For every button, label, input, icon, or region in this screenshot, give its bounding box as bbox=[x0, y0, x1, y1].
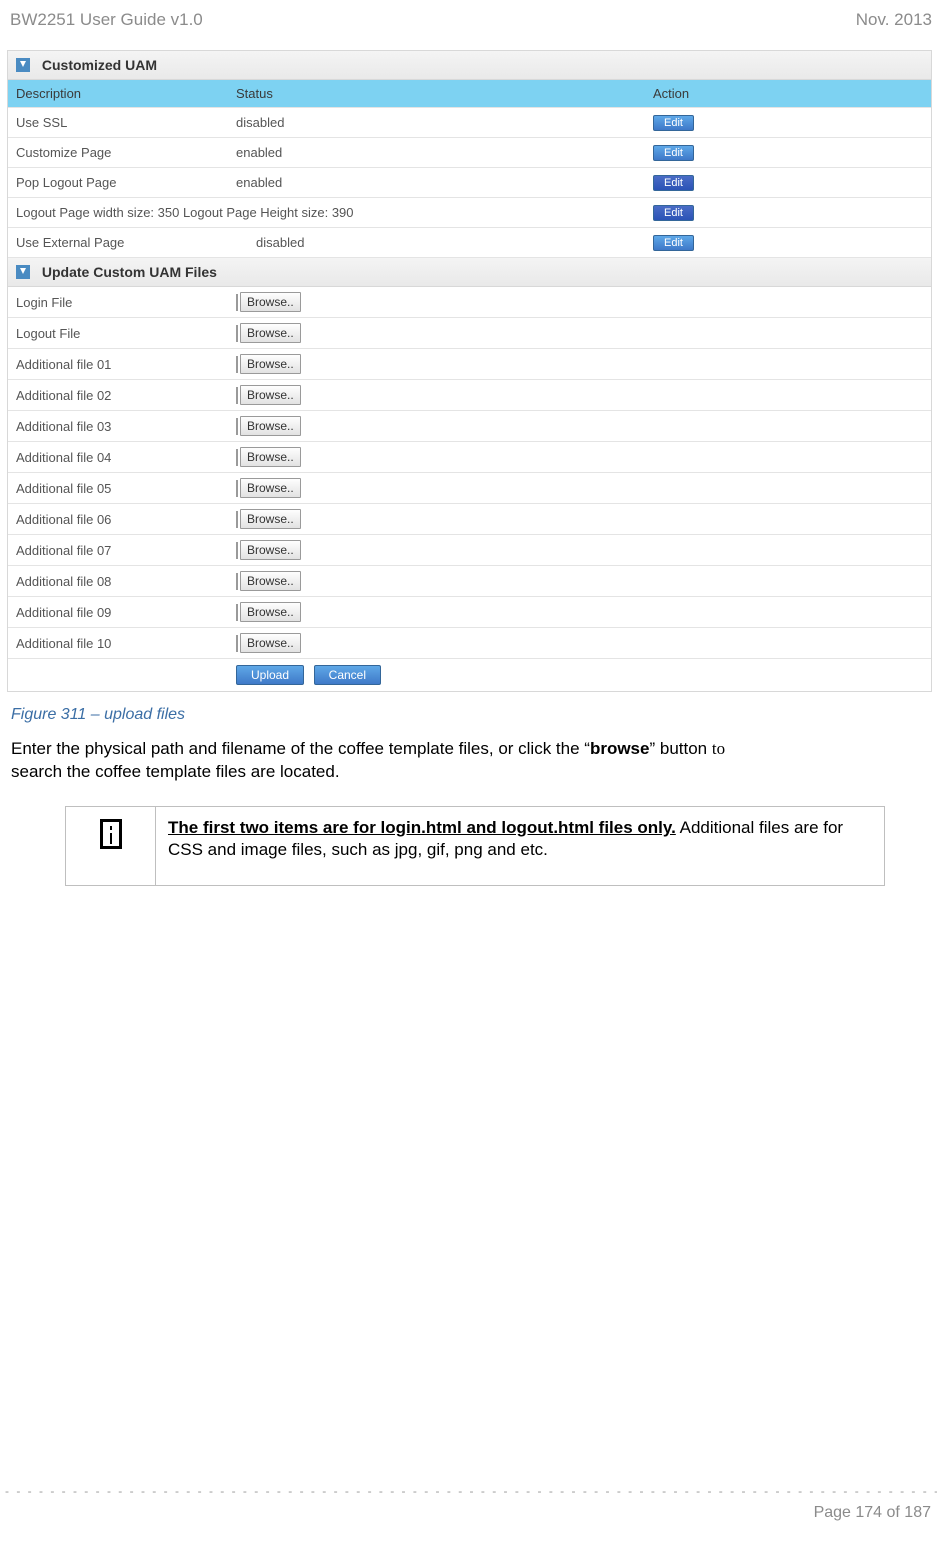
edit-button[interactable]: Edit bbox=[653, 115, 694, 131]
table-row: Customize Page enabled Edit bbox=[8, 138, 931, 168]
file-upload-row: Login File Browse.. bbox=[8, 287, 931, 318]
panel-title-text: Update Custom UAM Files bbox=[42, 264, 217, 280]
file-path-input[interactable] bbox=[236, 387, 238, 404]
figure-caption: Figure 311 – upload files bbox=[5, 692, 937, 732]
footer-divider: - - - - - - - - - - - - - - - - - - - - … bbox=[5, 1484, 937, 1498]
customized-uam-panel: Customized UAM Description Status Action… bbox=[7, 50, 932, 692]
file-label: Additional file 01 bbox=[16, 357, 236, 372]
file-upload-row: Additional file 07 Browse.. bbox=[8, 535, 931, 566]
file-upload-row: Additional file 05 Browse.. bbox=[8, 473, 931, 504]
collapse-icon[interactable] bbox=[16, 265, 30, 279]
file-path-input[interactable] bbox=[236, 604, 238, 621]
file-path-input[interactable] bbox=[236, 573, 238, 590]
browse-button[interactable]: Browse.. bbox=[240, 571, 301, 591]
col-description: Description bbox=[16, 86, 236, 101]
info-note-text: The first two items are for login.html a… bbox=[156, 806, 885, 885]
file-upload-row: Additional file 08 Browse.. bbox=[8, 566, 931, 597]
table-row: Use External Page disabled Edit bbox=[8, 228, 931, 258]
body-text-part: ” button bbox=[649, 739, 711, 758]
browse-button[interactable]: Browse.. bbox=[240, 447, 301, 467]
file-path-input[interactable] bbox=[236, 294, 238, 311]
row-desc: Use SSL bbox=[16, 115, 236, 130]
file-upload-row: Additional file 01 Browse.. bbox=[8, 349, 931, 380]
file-label: Additional file 06 bbox=[16, 512, 236, 527]
doc-date: Nov. 2013 bbox=[856, 10, 932, 30]
browse-button[interactable]: Browse.. bbox=[240, 540, 301, 560]
browse-button[interactable]: Browse.. bbox=[240, 323, 301, 343]
file-label: Additional file 02 bbox=[16, 388, 236, 403]
info-icon-cell bbox=[66, 806, 156, 885]
row-desc: Customize Page bbox=[16, 145, 236, 160]
row-status: disabled bbox=[256, 235, 653, 250]
row-desc: Pop Logout Page bbox=[16, 175, 236, 190]
row-desc: Use External Page bbox=[16, 235, 256, 250]
file-path-input[interactable] bbox=[236, 480, 238, 497]
file-upload-row: Additional file 03 Browse.. bbox=[8, 411, 931, 442]
panel-title-customized-uam: Customized UAM bbox=[8, 51, 931, 80]
browse-button[interactable]: Browse.. bbox=[240, 509, 301, 529]
browse-button[interactable]: Browse.. bbox=[240, 633, 301, 653]
browse-button[interactable]: Browse.. bbox=[240, 416, 301, 436]
file-label: Additional file 05 bbox=[16, 481, 236, 496]
collapse-icon[interactable] bbox=[16, 58, 30, 72]
file-path-input[interactable] bbox=[236, 511, 238, 528]
doc-title: BW2251 User Guide v1.0 bbox=[10, 10, 203, 30]
browse-button[interactable]: Browse.. bbox=[240, 354, 301, 374]
panel-title-update-files: Update Custom UAM Files bbox=[8, 258, 931, 287]
file-label: Additional file 09 bbox=[16, 605, 236, 620]
file-path-input[interactable] bbox=[236, 325, 238, 342]
action-bar: Upload Cancel bbox=[8, 659, 931, 691]
col-action: Action bbox=[653, 86, 923, 101]
file-label: Login File bbox=[16, 295, 236, 310]
browse-word: browse bbox=[590, 739, 650, 758]
body-text-part: Enter the physical path and filename of … bbox=[11, 739, 590, 758]
cancel-button[interactable]: Cancel bbox=[314, 665, 381, 685]
edit-button[interactable]: Edit bbox=[653, 145, 694, 161]
row-status: disabled bbox=[236, 115, 653, 130]
to-word: to bbox=[712, 739, 725, 758]
file-path-input[interactable] bbox=[236, 418, 238, 435]
doc-header: BW2251 User Guide v1.0 Nov. 2013 bbox=[5, 10, 937, 38]
file-upload-row: Additional file 02 Browse.. bbox=[8, 380, 931, 411]
file-path-input[interactable] bbox=[236, 356, 238, 373]
doc-footer: - - - - - - - - - - - - - - - - - - - - … bbox=[5, 1484, 937, 1522]
row-status: enabled bbox=[236, 145, 653, 160]
file-label: Additional file 10 bbox=[16, 636, 236, 651]
browse-button[interactable]: Browse.. bbox=[240, 292, 301, 312]
browse-button[interactable]: Browse.. bbox=[240, 602, 301, 622]
body-paragraph: Enter the physical path and filename of … bbox=[5, 732, 937, 784]
row-status: enabled bbox=[236, 175, 653, 190]
file-label: Additional file 04 bbox=[16, 450, 236, 465]
file-label: Additional file 03 bbox=[16, 419, 236, 434]
panel-title-text: Customized UAM bbox=[42, 57, 157, 73]
file-upload-row: Additional file 06 Browse.. bbox=[8, 504, 931, 535]
file-label: Additional file 07 bbox=[16, 543, 236, 558]
file-path-input[interactable] bbox=[236, 449, 238, 466]
file-upload-row: Additional file 10 Browse.. bbox=[8, 628, 931, 659]
table-row: Logout Page width size: 350 Logout Page … bbox=[8, 198, 931, 228]
table-row: Pop Logout Page enabled Edit bbox=[8, 168, 931, 198]
file-label: Additional file 08 bbox=[16, 574, 236, 589]
table-row: Use SSL disabled Edit bbox=[8, 108, 931, 138]
upload-button[interactable]: Upload bbox=[236, 665, 304, 685]
file-path-input[interactable] bbox=[236, 542, 238, 559]
browse-button[interactable]: Browse.. bbox=[240, 385, 301, 405]
col-status: Status bbox=[236, 86, 653, 101]
file-label: Logout File bbox=[16, 326, 236, 341]
info-note-box: The first two items are for login.html a… bbox=[65, 806, 885, 886]
body-text-part: search the coffee template files are loc… bbox=[11, 762, 340, 781]
file-upload-row: Logout File Browse.. bbox=[8, 318, 931, 349]
edit-button[interactable]: Edit bbox=[653, 175, 694, 191]
edit-button[interactable]: Edit bbox=[653, 235, 694, 251]
table-header-row: Description Status Action bbox=[8, 80, 931, 108]
info-icon bbox=[100, 819, 122, 849]
file-upload-row: Additional file 04 Browse.. bbox=[8, 442, 931, 473]
row-desc: Logout Page width size: 350 Logout Page … bbox=[16, 205, 653, 220]
edit-button[interactable]: Edit bbox=[653, 205, 694, 221]
note-lead: The first two items are for login.html a… bbox=[168, 818, 676, 837]
page-number: Page 174 of 187 bbox=[5, 1498, 937, 1522]
browse-button[interactable]: Browse.. bbox=[240, 478, 301, 498]
file-path-input[interactable] bbox=[236, 635, 238, 652]
file-upload-row: Additional file 09 Browse.. bbox=[8, 597, 931, 628]
